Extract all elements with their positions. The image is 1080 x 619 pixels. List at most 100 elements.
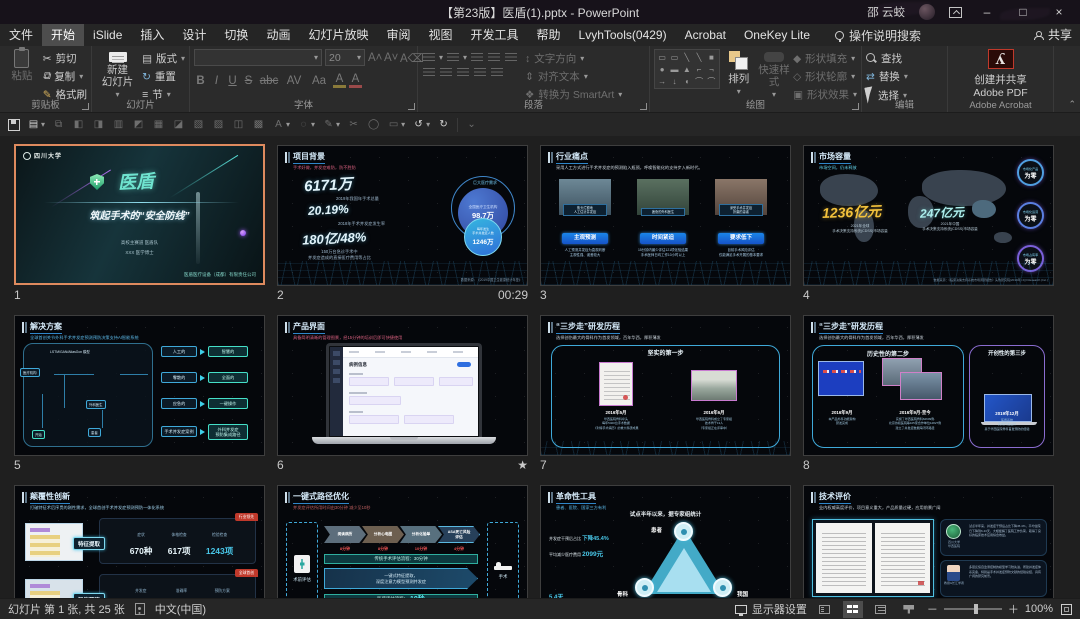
tell-me-search[interactable]: 操作说明搜索 xyxy=(835,24,921,46)
tab-insert[interactable]: 插入 xyxy=(131,24,173,46)
arrange-button[interactable]: 排列 ▾ xyxy=(723,49,755,99)
paste-button[interactable]: 粘贴 xyxy=(4,47,40,99)
replace-button[interactable]: 替换▾ xyxy=(866,69,908,84)
slide-thumbnail-10[interactable]: 一键式路径优化 并发症评估所用时间由30分钟 减少至10秒 术前评估 手术 阅读… xyxy=(277,485,528,598)
shape-icon[interactable] xyxy=(656,52,668,63)
align-right-icon[interactable] xyxy=(456,66,470,78)
find-button[interactable]: 查找 xyxy=(866,51,908,66)
qat-tool-icon[interactable] xyxy=(192,118,205,131)
collapse-ribbon-icon[interactable]: ⌃ xyxy=(1068,99,1076,110)
qat-tool-icon[interactable] xyxy=(72,118,85,131)
new-slide-button[interactable]: 新建 幻灯片 ▾ xyxy=(96,49,139,99)
normal-view-button[interactable] xyxy=(815,601,835,618)
shape-icon[interactable] xyxy=(668,64,680,75)
strikethrough-button[interactable]: S xyxy=(242,75,255,87)
tab-onekeylite[interactable]: OneKey Lite xyxy=(735,24,819,46)
zoom-slider[interactable] xyxy=(943,604,1002,614)
zoom-out-button[interactable]: － xyxy=(927,601,938,617)
tab-design[interactable]: 设计 xyxy=(173,24,215,46)
qat-tool-icon[interactable] xyxy=(387,118,400,131)
slide-thumbnail-5[interactable]: 解决方案 全球首创关节外科手术并发症预测预防决策支持AI智能系统 LSTM/GA… xyxy=(14,315,265,456)
slide-sorter-canvas[interactable]: 四川大学 医盾 筑起手术的“安全防线” 高校主赛道 医盾队 XXX 医学博士 医… xyxy=(0,136,1080,598)
acrobat-icon[interactable]: λ xyxy=(987,49,1014,69)
qat-tool-icon[interactable] xyxy=(272,118,285,131)
slide-thumbnail-6[interactable]: 产品界面 具备简明清晰的管理图景，经15分钟的培训后即可快捷使用 病例信息 xyxy=(277,315,528,456)
font-color-button[interactable]: A xyxy=(349,73,362,88)
shrink-font-icon[interactable]: A˅ xyxy=(384,52,398,64)
shape-icon[interactable] xyxy=(693,52,705,63)
qat-tool-icon[interactable] xyxy=(52,118,65,131)
zoom-slider-thumb[interactable] xyxy=(973,604,978,614)
clear-format-icon[interactable]: A⌫ xyxy=(400,51,424,65)
decrease-indent-icon[interactable] xyxy=(470,51,485,63)
slide-thumbnail-2[interactable]: 项目背景 手术好做，并发症难防，防不胜防 6171万 2019年我国年手术总量 … xyxy=(277,145,528,286)
shape-icon[interactable] xyxy=(693,64,705,75)
shape-icon[interactable] xyxy=(656,64,668,75)
slide-thumbnail-11[interactable]: 革命性工具 患者、医院、国家三方有利 试点半年以来，据专家组统计 患者 骨科 我… xyxy=(540,485,791,598)
drawing-dialog-launcher-icon[interactable] xyxy=(852,103,859,110)
shape-fill-button[interactable]: 形状填充▾ xyxy=(793,51,857,66)
qat-tool-icon[interactable] xyxy=(212,118,225,131)
slide-thumbnail-7[interactable]: “三步走”研发历程 选择创伤最大的骨科作为首发领域，百年华西，厚积薄发 坚实的第… xyxy=(540,315,791,456)
shape-icon[interactable] xyxy=(693,76,705,87)
columns-icon[interactable] xyxy=(490,66,504,78)
shape-icon[interactable] xyxy=(705,52,717,63)
qat-tool-icon[interactable] xyxy=(152,118,165,131)
reset-button[interactable]: 重置 xyxy=(142,69,185,84)
font-size-combo[interactable]: 20 ▾ xyxy=(325,49,365,66)
shape-icon[interactable] xyxy=(705,64,717,75)
tab-animations[interactable]: 动画 xyxy=(257,24,299,46)
cut-button[interactable]: 剪切 xyxy=(43,51,87,66)
tab-view[interactable]: 视图 xyxy=(419,24,461,46)
clipboard-dialog-launcher-icon[interactable] xyxy=(82,103,89,110)
slide-thumbnail-1[interactable]: 四川大学 医盾 筑起手术的“安全防线” 高校主赛道 医盾队 XXX 医学博士 医… xyxy=(14,144,265,285)
tab-islide[interactable]: iSlide xyxy=(84,24,131,46)
highlight-color-button[interactable]: A xyxy=(333,73,346,88)
ribbon-display-options-icon[interactable] xyxy=(949,6,962,18)
shape-icon[interactable] xyxy=(681,76,693,87)
paragraph-dialog-launcher-icon[interactable] xyxy=(640,103,647,110)
reading-view-button[interactable] xyxy=(871,601,891,618)
qat-tool-icon[interactable] xyxy=(252,118,265,131)
increase-indent-icon[interactable] xyxy=(487,51,502,63)
shape-icon[interactable] xyxy=(681,52,693,63)
shape-icon[interactable] xyxy=(668,76,680,87)
align-text-button[interactable]: 对齐文本▾ xyxy=(525,69,622,84)
create-share-pdf-button[interactable]: 创建并共享 Adobe PDF xyxy=(973,72,1027,99)
abc-strike-button[interactable]: abc xyxy=(258,75,280,87)
change-case-button[interactable]: Aa xyxy=(308,75,330,87)
qat-tool-icon[interactable] xyxy=(232,118,245,131)
zoom-in-button[interactable]: ＋ xyxy=(1008,601,1019,617)
restore-button[interactable]: □ xyxy=(1012,5,1034,19)
layout-button[interactable]: 版式▾ xyxy=(142,51,185,66)
tab-transitions[interactable]: 切换 xyxy=(215,24,257,46)
line-spacing-icon[interactable] xyxy=(504,51,519,63)
slide-counter[interactable]: 幻灯片 第 1 张, 共 25 张 xyxy=(8,601,125,617)
tab-review[interactable]: 审阅 xyxy=(377,24,419,46)
numbering-icon[interactable] xyxy=(446,51,461,63)
tab-acrobat[interactable]: Acrobat xyxy=(676,24,735,46)
tab-home[interactable]: 开始 xyxy=(42,24,85,46)
font-dialog-launcher-icon[interactable] xyxy=(408,103,415,110)
qat-tool-icon[interactable] xyxy=(172,118,185,131)
accessibility-checker-icon[interactable] xyxy=(134,603,145,615)
quick-styles-button[interactable]: 快速样式 ▾ xyxy=(758,49,790,99)
tab-help[interactable]: 帮助 xyxy=(528,24,570,46)
align-center-icon[interactable] xyxy=(439,66,453,78)
slide-thumbnail-9[interactable]: 颠覆性创新 打破特征术后序贯的刚性需求，全球首创手术并发症预测预防一体化系统 特… xyxy=(14,485,265,598)
customize-qat-icon[interactable] xyxy=(465,118,478,131)
qat-tool-icon[interactable] xyxy=(322,118,335,131)
qat-tool-icon[interactable] xyxy=(347,118,360,131)
qat-tool-icon[interactable] xyxy=(367,118,380,131)
slideshow-view-button[interactable] xyxy=(899,601,919,618)
share-button[interactable]: 共享 xyxy=(1033,24,1072,46)
shape-icon[interactable] xyxy=(681,64,693,75)
redo-icon[interactable] xyxy=(437,118,450,131)
bold-button[interactable]: B xyxy=(194,75,207,87)
align-left-icon[interactable] xyxy=(422,66,436,78)
qat-tool-icon[interactable] xyxy=(132,118,145,131)
tab-developer[interactable]: 开发工具 xyxy=(462,24,528,46)
display-settings-button[interactable]: 显示器设置 xyxy=(734,601,807,617)
shape-icon[interactable] xyxy=(705,76,717,87)
slide-thumbnail-3[interactable]: 行业痛点 采用人工方式进行手术并发症的预测陷入瓶颈，呼唤智能化的支持步入新时代。… xyxy=(540,145,791,286)
